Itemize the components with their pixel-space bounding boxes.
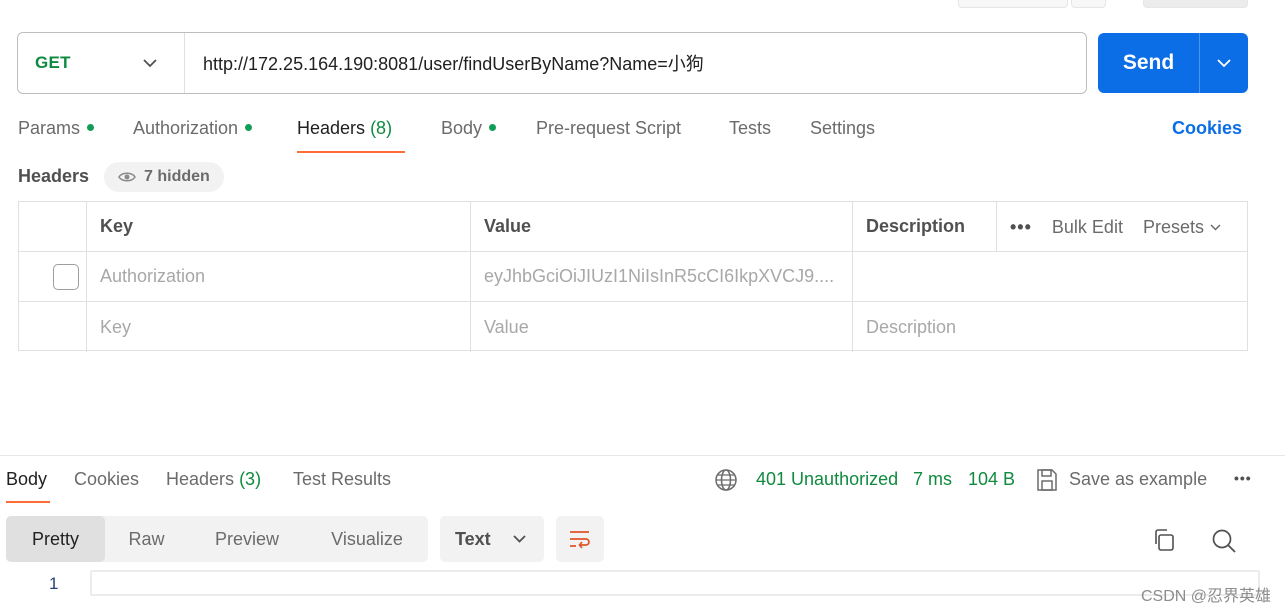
- cookies-link[interactable]: Cookies: [1172, 118, 1242, 139]
- language-label: Text: [455, 528, 491, 549]
- chevron-down-icon: [1210, 223, 1221, 231]
- format-visualize[interactable]: Visualize: [306, 516, 428, 562]
- new-description-input[interactable]: Description: [853, 302, 1248, 352]
- column-header-description: Description: [866, 216, 966, 236]
- header-description-cell[interactable]: [853, 252, 1248, 301]
- send-options-button[interactable]: [1200, 33, 1248, 93]
- line-number: 1: [49, 574, 59, 593]
- response-tab-headers[interactable]: Headers (3): [166, 469, 261, 490]
- top-toggle[interactable]: [1143, 0, 1248, 8]
- method-label: GET: [35, 53, 71, 72]
- response-time[interactable]: 7 ms: [913, 469, 952, 490]
- save-as-example-button[interactable]: Save as example: [1069, 469, 1207, 490]
- table-header-row: Key Value Description ••• Bulk Edit Pres…: [19, 202, 1247, 252]
- response-tab-cookies[interactable]: Cookies: [74, 469, 139, 490]
- active-tab-underline: [297, 151, 405, 153]
- tab-params-label: Params: [18, 118, 81, 138]
- pane-divider[interactable]: [0, 455, 1285, 456]
- tab-headers-count: (8): [370, 118, 393, 138]
- more-options-icon[interactable]: •••: [996, 217, 1032, 238]
- tab-params[interactable]: Params: [18, 118, 95, 139]
- response-size[interactable]: 104 B: [968, 469, 1015, 490]
- headers-section-title: Headers: [18, 166, 90, 186]
- column-header-value: Value: [484, 216, 532, 236]
- presets-label: Presets: [1142, 216, 1204, 237]
- table-row: Authorization eyJhbGciOiJIUzI1NiIsInR5cC…: [19, 252, 1247, 302]
- response-tab-headers-label: Headers: [166, 469, 235, 489]
- url-input[interactable]: http://172.25.164.190:8081/user/findUser…: [185, 50, 704, 76]
- search-icon[interactable]: [1211, 528, 1237, 554]
- headers-table: Key Value Description ••• Bulk Edit Pres…: [18, 201, 1248, 352]
- header-value-cell[interactable]: eyJhbGciOiJIUzI1NiIsInR5cCI6IkpXVCJ9....: [471, 252, 852, 301]
- response-active-underline: [6, 501, 50, 503]
- language-select[interactable]: Text: [440, 516, 544, 562]
- top-control-left[interactable]: [958, 0, 1068, 8]
- response-tab-test-results[interactable]: Test Results: [293, 469, 391, 490]
- row-checkbox[interactable]: [53, 263, 79, 290]
- status-code[interactable]: 401 Unauthorized: [756, 469, 898, 490]
- eye-icon: [118, 172, 136, 182]
- table-tools: ••• Bulk Edit Presets: [996, 202, 1221, 252]
- wrap-icon: [570, 531, 590, 549]
- chevron-down-icon: [1217, 58, 1231, 67]
- wrap-lines-button[interactable]: [556, 516, 604, 562]
- tab-headers[interactable]: Headers (8): [297, 118, 392, 139]
- tab-headers-label: Headers: [297, 118, 366, 138]
- row-checkbox-cell: [53, 252, 87, 301]
- tab-authorization-label: Authorization: [133, 118, 239, 138]
- column-header-key: Key: [100, 216, 134, 236]
- format-preview[interactable]: Preview: [188, 516, 306, 562]
- copy-icon[interactable]: [1152, 528, 1176, 552]
- response-editor-line[interactable]: [90, 570, 1260, 596]
- top-control-mid[interactable]: [1071, 0, 1106, 8]
- presets-dropdown[interactable]: Presets: [1143, 217, 1221, 238]
- save-icon[interactable]: [1036, 468, 1058, 492]
- request-tabs: Params Authorization Headers (8) Body Pr…: [0, 110, 1285, 154]
- header-key-cell[interactable]: Authorization: [87, 252, 470, 301]
- new-key-input[interactable]: Key: [87, 302, 470, 352]
- format-raw[interactable]: Raw: [105, 516, 188, 562]
- watermark: CSDN @忍界英雄: [1140, 588, 1271, 605]
- globe-icon[interactable]: [714, 468, 738, 492]
- authorization-indicator-dot: [245, 124, 253, 131]
- hidden-headers-label: 7 hidden: [144, 168, 210, 185]
- tab-authorization[interactable]: Authorization: [133, 118, 253, 139]
- send-button-group: Send: [1098, 33, 1248, 93]
- format-selector: Pretty Raw Preview Visualize: [6, 516, 428, 562]
- tab-tests[interactable]: Tests: [729, 118, 771, 139]
- response-more-icon[interactable]: •••: [1234, 470, 1252, 486]
- send-button[interactable]: Send: [1098, 33, 1200, 93]
- new-value-input[interactable]: Value: [471, 302, 852, 352]
- tab-pre-request-script[interactable]: Pre-request Script: [536, 118, 681, 139]
- chevron-down-icon: [143, 58, 157, 67]
- chevron-down-icon: [513, 535, 526, 543]
- table-row-new: Key Value Description: [19, 302, 1247, 352]
- format-pretty[interactable]: Pretty: [6, 516, 105, 562]
- bulk-edit-button[interactable]: Bulk Edit: [1052, 217, 1123, 238]
- params-indicator-dot: [87, 124, 95, 131]
- response-headers-count: (3): [239, 469, 262, 489]
- response-tab-body[interactable]: Body: [6, 469, 47, 490]
- tab-body-label: Body: [441, 118, 483, 138]
- request-bar: GET http://172.25.164.190:8081/user/find…: [17, 32, 1087, 94]
- tab-body[interactable]: Body: [441, 118, 497, 139]
- method-select[interactable]: GET: [18, 33, 185, 93]
- hidden-headers-toggle[interactable]: 7 hidden: [104, 162, 224, 192]
- body-indicator-dot: [489, 124, 497, 131]
- tab-settings[interactable]: Settings: [810, 118, 875, 139]
